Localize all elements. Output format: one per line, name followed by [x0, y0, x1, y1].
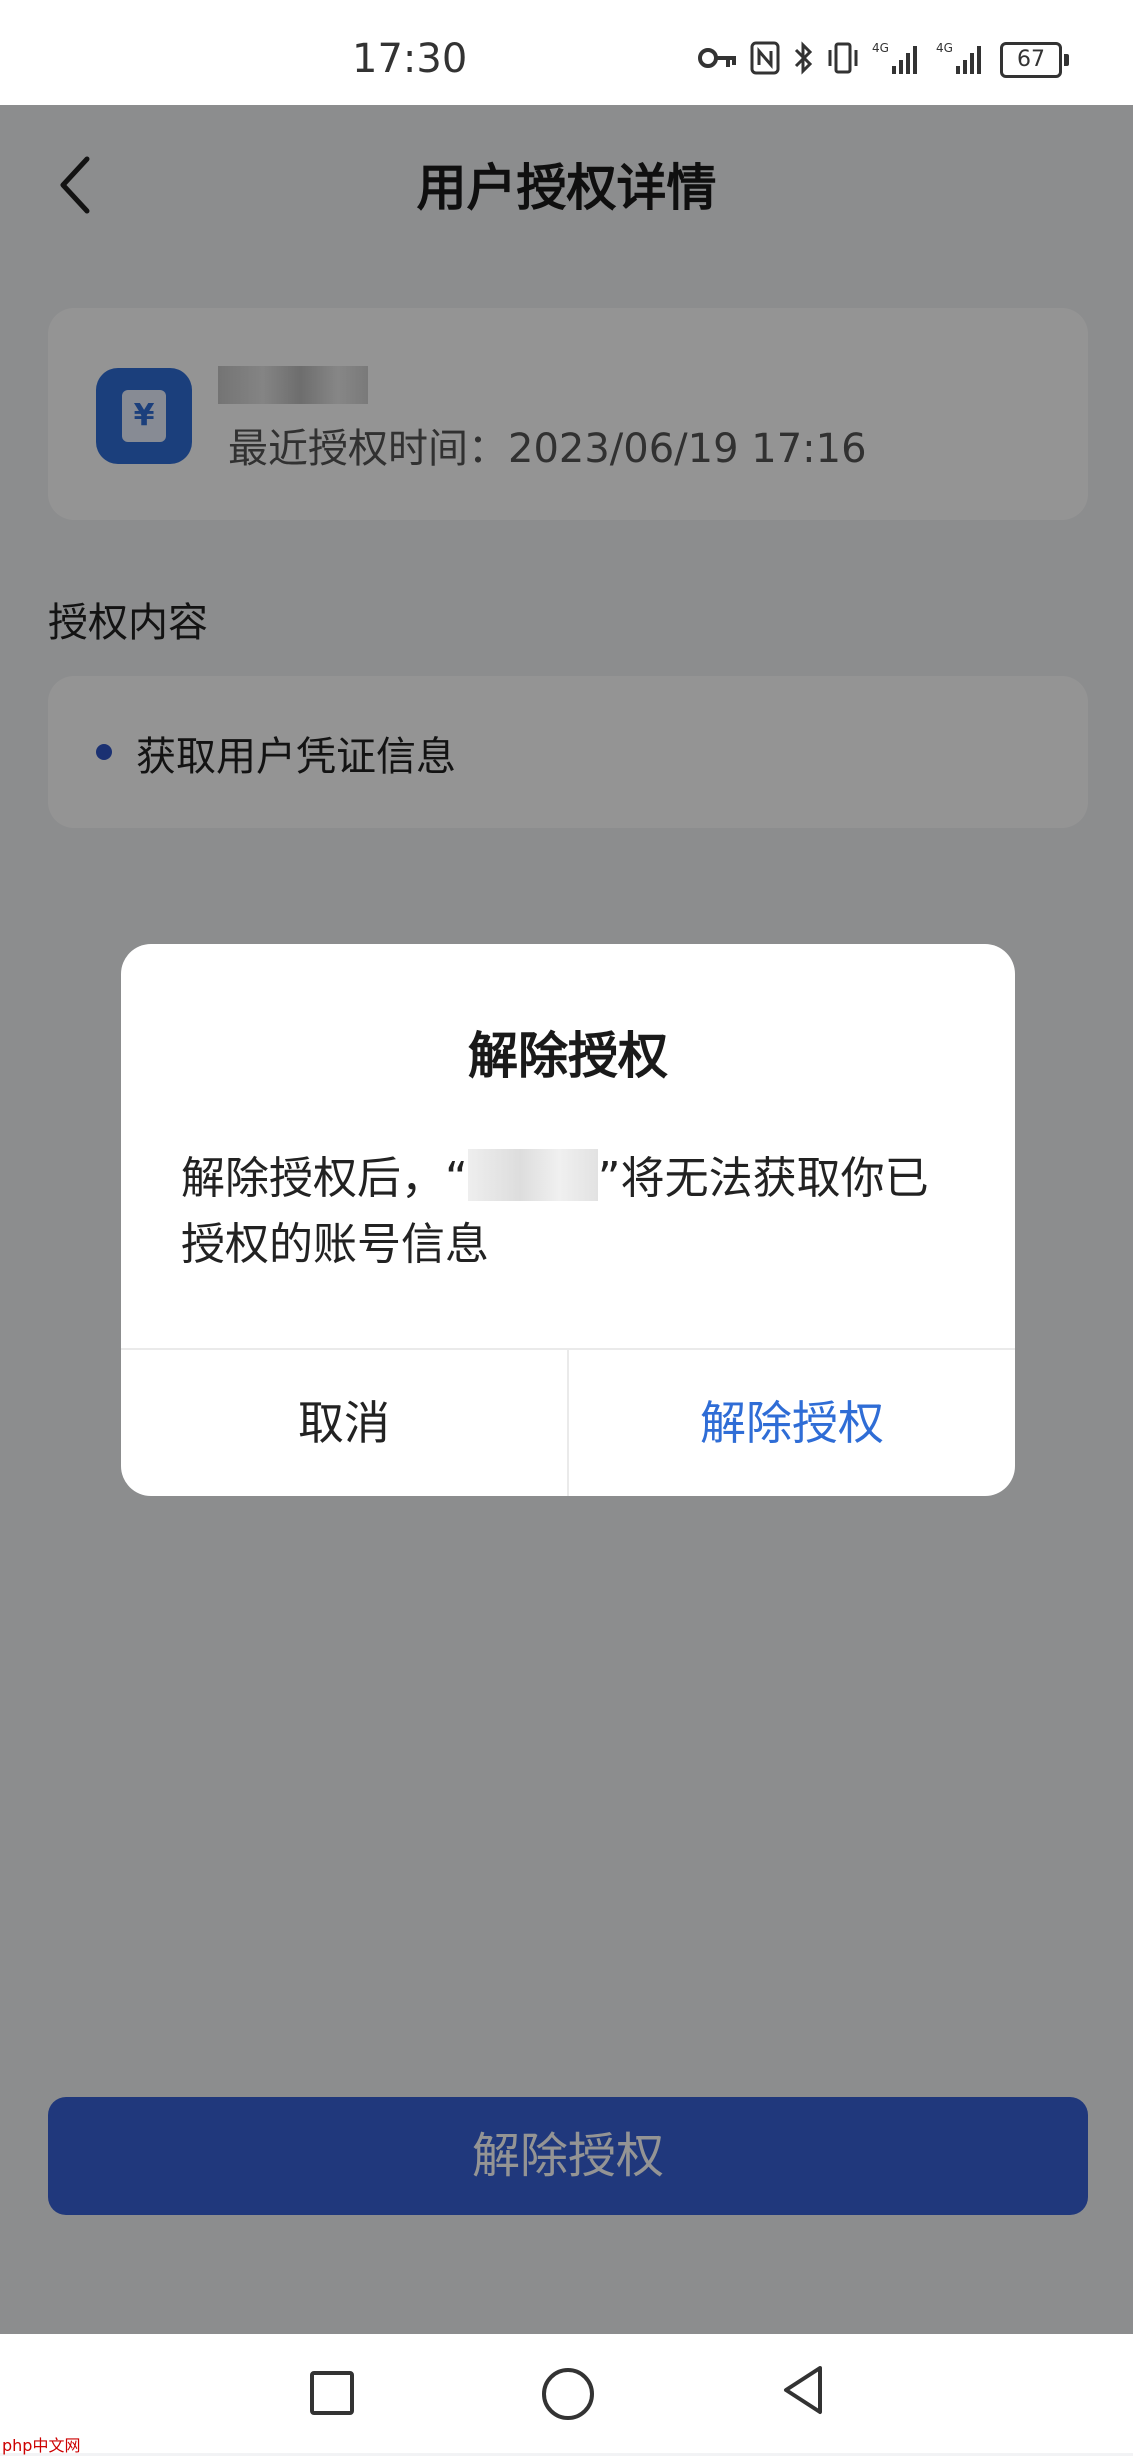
watermark: php中文网 [2, 2436, 81, 2455]
signal-4g-icon: 4G [936, 40, 988, 80]
battery-icon: 67 [1000, 42, 1069, 78]
home-icon[interactable] [542, 2368, 594, 2420]
bluetooth-icon [792, 40, 814, 80]
dialog-title: 解除授权 [468, 1027, 668, 1085]
revoke-dialog: 解除授权 解除授权后，“ ”将无法获取你已授权的账号信息 取消 解除授权 [121, 944, 1015, 1496]
status-bar: 17:30 4G 4G 67 [0, 0, 1133, 105]
key-icon [698, 43, 738, 77]
vibrate-icon [826, 40, 860, 80]
signal-4g-icon: 4G [872, 40, 924, 80]
status-icons: 4G 4G 67 [698, 40, 1069, 80]
dialog-message-before: 解除授权后，“ [181, 1153, 468, 1204]
nav-back-icon[interactable] [780, 2364, 826, 2420]
system-nav-bar [0, 2334, 1133, 2453]
recents-icon[interactable] [310, 2371, 354, 2415]
nfc-icon [750, 41, 780, 79]
status-time: 17:30 [352, 36, 468, 82]
svg-text:4G: 4G [872, 41, 889, 55]
dialog-message: 解除授权后，“ ”将无法获取你已授权的账号信息 [181, 1146, 961, 1278]
cancel-button[interactable]: 取消 [121, 1350, 567, 1496]
svg-text:4G: 4G [936, 41, 953, 55]
confirm-revoke-button[interactable]: 解除授权 [569, 1350, 1015, 1496]
app-name-blurred [467, 1149, 598, 1201]
